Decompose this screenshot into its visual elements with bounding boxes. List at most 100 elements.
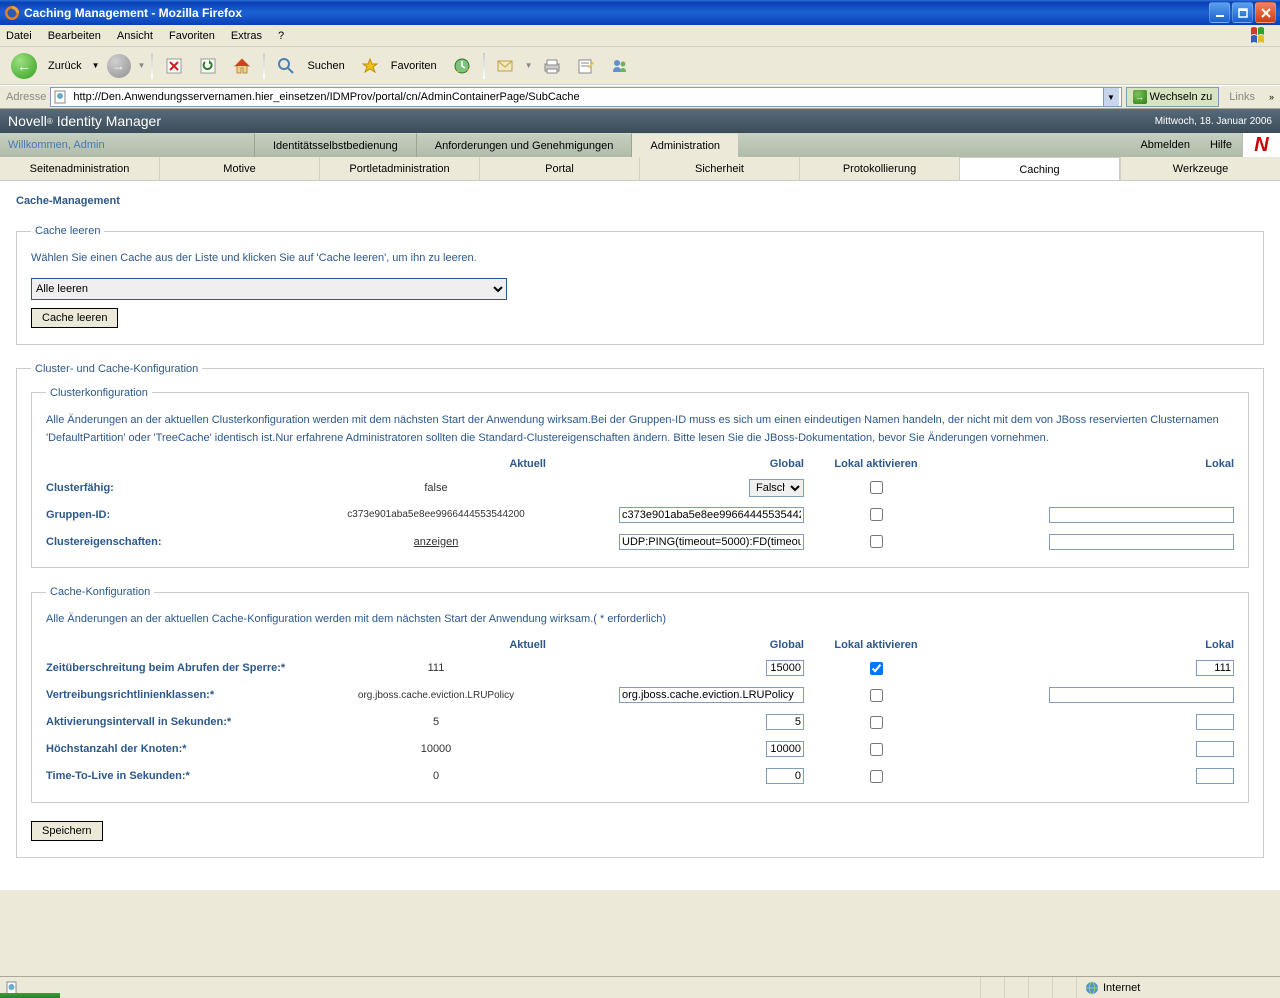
cache-col-enable: Lokal aktivieren (816, 639, 936, 651)
row-maxn-enable-checkbox[interactable] (870, 743, 883, 756)
help-link[interactable]: Hilfe (1210, 139, 1232, 151)
menu-help[interactable]: ? (278, 30, 284, 42)
row-ttl-enable-checkbox[interactable] (870, 770, 883, 783)
row-evict-local-input[interactable] (1049, 687, 1234, 703)
subtab-portal[interactable]: Portal (479, 157, 639, 180)
row-groupid-global-input[interactable] (619, 507, 804, 523)
page-icon (53, 90, 67, 104)
row-maxn-global-input[interactable] (766, 741, 804, 757)
minimize-button[interactable] (1209, 2, 1230, 23)
subtab-pages[interactable]: Seitenadministration (0, 157, 159, 180)
row-props-label: Clustereigenschaften: (46, 536, 326, 548)
row-maxn-current: 10000 (326, 743, 546, 755)
forward-dropdown-icon[interactable]: ▼ (138, 61, 146, 70)
row-groupid-enable-checkbox[interactable] (870, 508, 883, 521)
flush-select[interactable]: Alle leeren (31, 278, 507, 300)
col-current: Aktuell (326, 458, 546, 470)
messenger-button[interactable] (605, 51, 635, 81)
go-label: Wechseln zu (1150, 91, 1213, 103)
col-global: Global (546, 458, 816, 470)
mail-dropdown-icon[interactable]: ▼ (525, 61, 533, 70)
subtab-security[interactable]: Sicherheit (639, 157, 799, 180)
back-dropdown-icon[interactable]: ▼ (92, 61, 100, 70)
address-input[interactable] (71, 90, 1098, 104)
welcome-text: Willkommen, Admin (0, 133, 254, 157)
links-chevron-icon[interactable]: » (1265, 92, 1278, 102)
search-button[interactable] (271, 51, 301, 81)
row-props-local-input[interactable] (1049, 534, 1234, 550)
edit-button[interactable] (571, 51, 601, 81)
row-wake-global-input[interactable] (766, 714, 804, 730)
status-bar: Internet (0, 976, 1280, 998)
forward-button[interactable]: → (104, 51, 134, 81)
tab-identity[interactable]: Identitätsselbstbedienung (254, 133, 416, 157)
back-button[interactable]: ← (6, 51, 42, 81)
maximize-button[interactable] (1232, 2, 1253, 23)
novell-n-logo: N (1242, 133, 1280, 157)
row-lock-enable-checkbox[interactable] (870, 662, 883, 675)
mail-button[interactable] (491, 51, 521, 81)
row-props-enable-checkbox[interactable] (870, 535, 883, 548)
cache-legend: Cache-Konfiguration (46, 586, 154, 598)
print-button[interactable] (537, 51, 567, 81)
address-input-wrapper: ▼ (50, 87, 1121, 107)
row-enabled-enable-checkbox[interactable] (870, 481, 883, 494)
cache-col-current: Aktuell (326, 639, 546, 651)
close-button[interactable] (1255, 2, 1276, 23)
menu-favoriten[interactable]: Favoriten (169, 30, 215, 42)
firefox-icon (4, 5, 20, 21)
refresh-button[interactable] (193, 51, 223, 81)
subtab-logging[interactable]: Protokollierung (799, 157, 959, 180)
logout-link[interactable]: Abmelden (1140, 139, 1190, 151)
row-ttl-local-input[interactable] (1196, 768, 1234, 784)
row-wake-local-input[interactable] (1196, 714, 1234, 730)
save-button[interactable]: Speichern (31, 821, 103, 841)
cluster-legend: Clusterkonfiguration (46, 387, 152, 399)
favorites-button[interactable] (355, 51, 385, 81)
row-groupid-local-input[interactable] (1049, 507, 1234, 523)
back-label[interactable]: Zurück (48, 60, 82, 72)
row-lock-current: 111 (326, 662, 546, 674)
home-button[interactable] (227, 51, 257, 81)
menu-datei[interactable]: Datei (6, 30, 32, 42)
idm-header: Novell® Identity Manager Mittwoch, 18. J… (0, 109, 1280, 133)
page-title: Cache-Management (16, 195, 1264, 207)
subtab-tools[interactable]: Werkzeuge (1120, 157, 1280, 180)
row-evict-current: org.jboss.cache.eviction.LRUPolicy (326, 690, 546, 701)
row-evict-global-input[interactable] (619, 687, 804, 703)
flush-button[interactable]: Cache leeren (31, 308, 118, 328)
menu-extras[interactable]: Extras (231, 30, 262, 42)
stop-button[interactable] (159, 51, 189, 81)
row-wake-enable-checkbox[interactable] (870, 716, 883, 729)
row-enabled-current: false (326, 482, 546, 494)
row-ttl-global-input[interactable] (766, 768, 804, 784)
flush-instructions: Wählen Sie einen Cache aus der Liste und… (31, 249, 1249, 268)
windows-flag-icon (1250, 27, 1274, 45)
subtab-themes[interactable]: Motive (159, 157, 319, 180)
tab-administration[interactable]: Administration (631, 133, 738, 157)
row-lock-global-input[interactable] (766, 660, 804, 676)
address-dropdown-icon[interactable]: ▼ (1103, 88, 1119, 106)
history-button[interactable] (447, 51, 477, 81)
menu-ansicht[interactable]: Ansicht (117, 30, 153, 42)
row-props-current-link[interactable]: anzeigen (414, 536, 459, 548)
cluster-cache-legend: Cluster- und Cache-Konfiguration (31, 363, 202, 375)
search-label[interactable]: Suchen (307, 60, 344, 72)
tab-requests[interactable]: Anforderungen und Genehmigungen (416, 133, 632, 157)
row-lock-local-input[interactable] (1196, 660, 1234, 676)
row-enabled-global-select[interactable]: Falsch (749, 479, 804, 497)
go-button[interactable]: → Wechseln zu (1126, 87, 1220, 107)
row-ttl-current: 0 (326, 770, 546, 782)
cache-col-local: Lokal (936, 639, 1234, 651)
row-evict-enable-checkbox[interactable] (870, 689, 883, 702)
favorites-label[interactable]: Favoriten (391, 60, 437, 72)
links-label[interactable]: Links (1223, 91, 1261, 103)
row-props-global-input[interactable] (619, 534, 804, 550)
subtab-portlets[interactable]: Portletadministration (319, 157, 479, 180)
cache-instructions: Alle Änderungen an der aktuellen Cache-K… (46, 610, 1234, 629)
subtab-caching[interactable]: Caching (959, 157, 1120, 180)
menu-bearbeiten[interactable]: Bearbeiten (48, 30, 101, 42)
menu-bar: Datei Bearbeiten Ansicht Favoriten Extra… (0, 25, 1280, 47)
row-maxn-local-input[interactable] (1196, 741, 1234, 757)
row-lock-label: Zeitüberschreitung beim Abrufen der Sper… (46, 661, 326, 676)
